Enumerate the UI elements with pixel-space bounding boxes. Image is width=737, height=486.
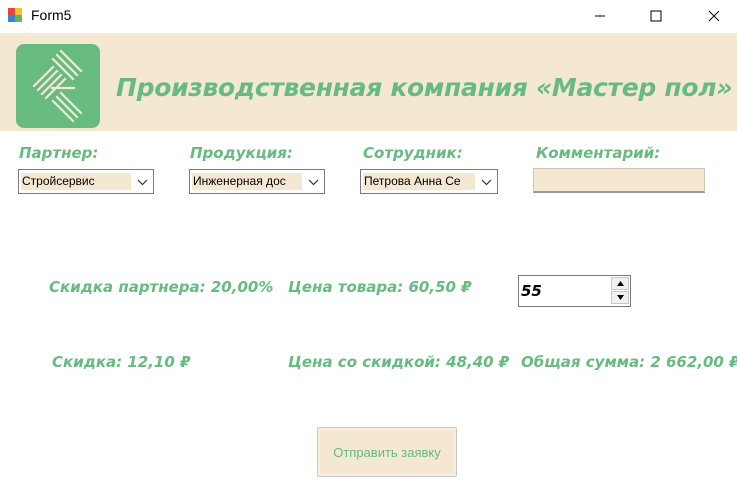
quantity-value[interactable]: 55 [521, 282, 542, 300]
discount-text: Скидка: 12,10 ₽ [52, 353, 191, 371]
quantity-spin [611, 277, 629, 305]
comment-input[interactable] [533, 168, 705, 193]
decrement-button[interactable] [611, 291, 629, 304]
partner-select[interactable]: Стройсервис [18, 169, 154, 194]
app-icon [7, 7, 23, 23]
minimize-button[interactable] [577, 0, 623, 32]
title-bar: Form5 [0, 0, 737, 32]
product-select-value: Инженерная дос [192, 173, 302, 190]
arrow-down-icon [616, 295, 624, 300]
increment-button[interactable] [611, 277, 629, 290]
comment-label: Комментарий: [536, 144, 661, 162]
product-label: Продукция: [190, 144, 293, 162]
total-sum-text: Общая сумма: 2 662,00 ₽ [521, 353, 737, 371]
product-select[interactable]: Инженерная дос [189, 169, 325, 194]
partner-select-value: Стройсервис [21, 173, 131, 190]
quantity-stepper[interactable]: 55 [518, 275, 631, 307]
chevron-down-icon [135, 176, 149, 188]
window-title: Form5 [31, 7, 72, 23]
maximize-icon [650, 10, 662, 22]
product-price-text: Цена товара: 60,50 ₽ [288, 278, 472, 296]
parquet-logo-icon [16, 44, 100, 128]
partner-discount-text: Скидка партнера: 20,00% [49, 278, 274, 296]
submit-request-button[interactable]: Отправить заявку [317, 427, 457, 477]
header-banner: Производственная компания «Мастер пол» [0, 33, 737, 131]
arrow-up-icon [616, 281, 624, 286]
employee-select[interactable]: Петрова Анна Се [360, 169, 498, 194]
employee-label: Сотрудник: [363, 144, 463, 162]
chevron-down-icon [306, 176, 320, 188]
maximize-button[interactable] [633, 0, 679, 32]
partner-label: Партнер: [19, 144, 99, 162]
company-title: Производственная компания «Мастер пол» [116, 73, 733, 102]
discounted-price-text: Цена со скидкой: 48,40 ₽ [288, 353, 510, 371]
close-button[interactable] [691, 0, 737, 32]
employee-select-value: Петрова Анна Се [363, 173, 475, 190]
chevron-down-icon [479, 176, 493, 188]
minimize-icon [595, 15, 605, 17]
close-icon [708, 10, 720, 22]
